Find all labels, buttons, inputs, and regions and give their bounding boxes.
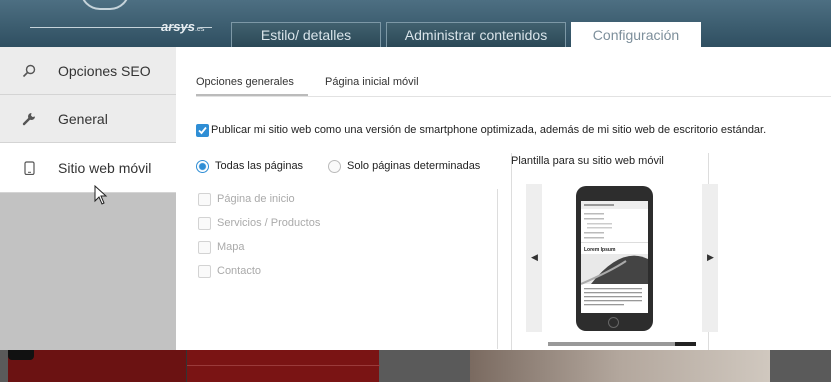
subtab-general-options[interactable]: Opciones generales: [196, 76, 294, 88]
background-image-block: [470, 350, 770, 382]
publish-mobile-checkbox[interactable]: [196, 124, 209, 137]
pages-list-divider: [497, 189, 498, 349]
mouse-cursor-icon: [94, 185, 108, 205]
tab-manage-contents[interactable]: Administrar contenidos: [386, 22, 566, 47]
carousel-scroll-thumb[interactable]: [675, 342, 696, 346]
template-preview-image: [580, 201, 648, 306]
phone-home-button: [608, 317, 619, 328]
carousel-next-button[interactable]: ▶: [702, 184, 718, 332]
arrow-right-icon: ▶: [707, 252, 714, 262]
mobile-settings-panel: Opciones generales Página inicial móvil …: [176, 47, 831, 350]
checkmark-icon: [198, 126, 207, 135]
subtab-mobile-home[interactable]: Página inicial móvil: [325, 76, 419, 88]
sidebar-item-label: Sitio web móvil: [58, 159, 152, 176]
page-checkbox-home[interactable]: [198, 193, 211, 206]
background-menu-divider: [187, 365, 380, 366]
sidebar-item-label: Opciones SEO: [58, 62, 151, 79]
subtab-divider: [196, 96, 831, 97]
template-preview-phone[interactable]: Lorem Ipsum: [576, 186, 653, 331]
radio-all-pages[interactable]: [196, 160, 209, 173]
publish-mobile-label: Publicar mi sitio web como una versión d…: [211, 124, 767, 136]
template-title: Plantilla para su sitio web móvil: [511, 155, 664, 167]
background-page-preview: [0, 350, 831, 382]
wrench-icon: [22, 112, 35, 125]
sidebar-item-mobile-site[interactable]: Sitio web móvil: [0, 143, 176, 193]
top-navigation-bar: arsys.es Estilo/ detalles Administrar co…: [0, 0, 831, 47]
carousel-prev-button[interactable]: ◀: [526, 184, 542, 332]
brand-logo: arsys.es: [161, 19, 204, 34]
page-checkbox-map[interactable]: [198, 241, 211, 254]
active-subtab-underline: [196, 94, 308, 96]
logo-arc: [80, 0, 130, 10]
page-label-home: Página de inicio: [217, 193, 295, 205]
brand-logo-text: arsys: [161, 19, 195, 34]
sidebar-item-label: General: [58, 110, 108, 127]
sidebar-item-general[interactable]: General: [0, 95, 176, 143]
tab-style-details[interactable]: Estilo/ detalles: [231, 22, 381, 47]
template-carousel: ◀ Lorem Ipsum ▶: [526, 184, 718, 332]
arrow-left-icon: ◀: [531, 252, 538, 262]
logo-line-right: [200, 27, 212, 28]
preview-heading: Lorem Ipsum: [584, 247, 616, 253]
page-checkbox-contact[interactable]: [198, 265, 211, 278]
background-block: [8, 350, 186, 382]
settings-sidebar: Opciones SEO General Sitio web móvil: [0, 47, 176, 350]
page-checkbox-services[interactable]: [198, 217, 211, 230]
carousel-scrollbar[interactable]: [548, 342, 696, 346]
mobile-icon: [24, 160, 35, 175]
page-label-services: Servicios / Productos: [217, 217, 321, 229]
page-label-map: Mapa: [217, 241, 245, 253]
radio-selected-pages-label: Solo páginas determinadas: [347, 160, 481, 172]
tab-configuration[interactable]: Configuración: [571, 22, 701, 47]
radio-selected-pages[interactable]: [328, 160, 341, 173]
background-menu-block: [186, 350, 380, 382]
phone-screen: Lorem Ipsum: [580, 201, 648, 313]
background-block-dark: [8, 350, 34, 360]
sidebar-item-seo[interactable]: Opciones SEO: [0, 47, 176, 95]
search-icon: [22, 64, 36, 77]
radio-all-pages-label: Todas las páginas: [215, 160, 304, 172]
page-label-contact: Contacto: [217, 265, 262, 277]
